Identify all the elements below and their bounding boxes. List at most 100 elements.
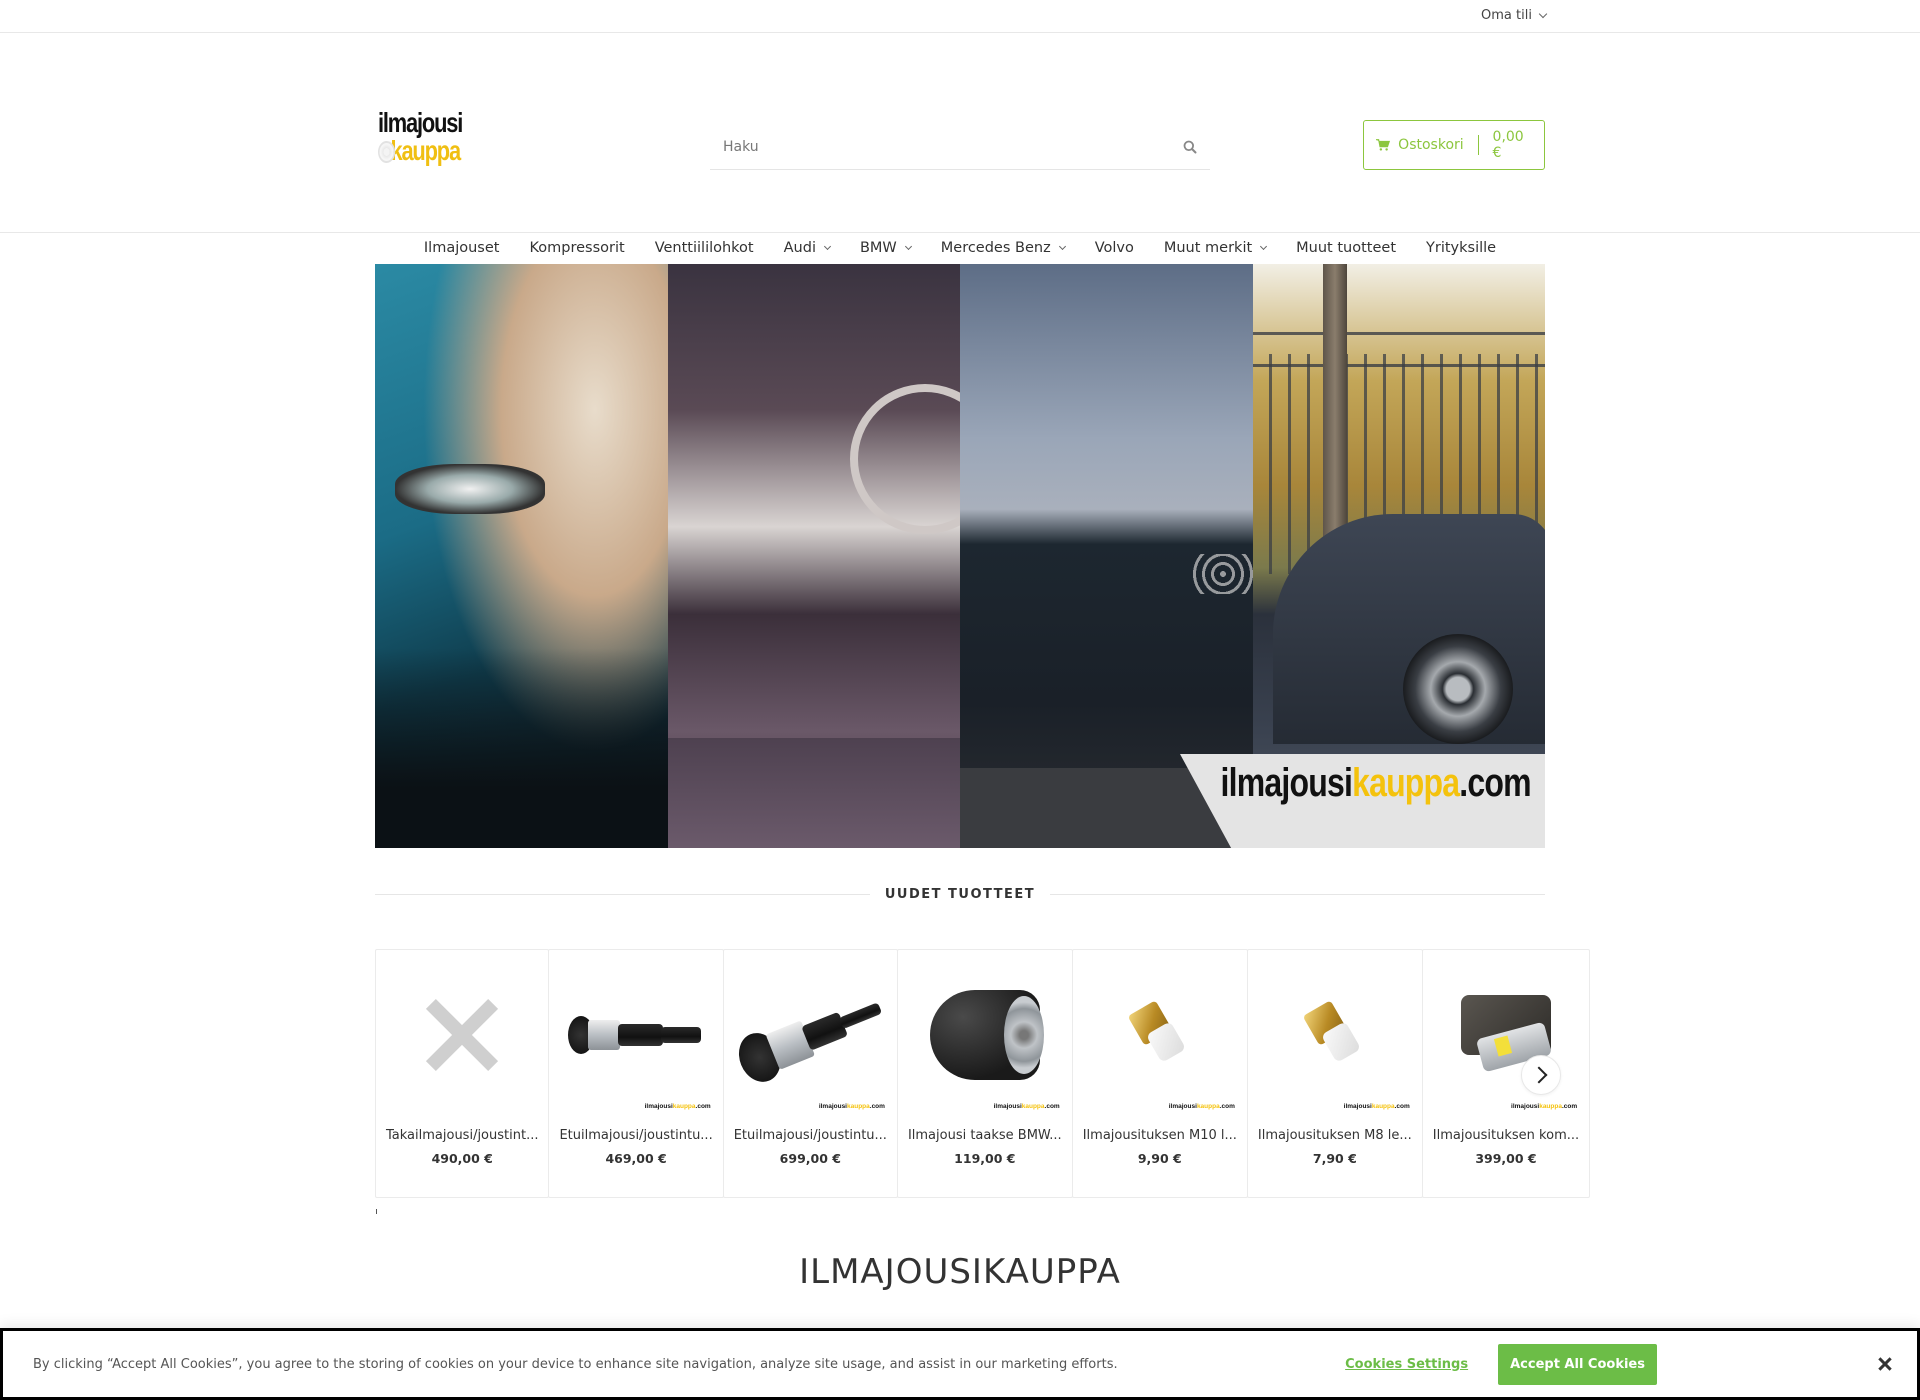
product-image[interactable]: ilmajousikauppa.com: [1248, 950, 1422, 1120]
product-card[interactable]: ilmajousikauppa.com Ilmajousi taakse BMW.…: [896, 949, 1073, 1198]
product-card[interactable]: ilmajousikauppa.com Ilmajousituksen M10 l…: [1071, 949, 1248, 1198]
product-card[interactable]: Takailmajousi/joustint... 490,00 €: [375, 949, 550, 1198]
car-front-shadow: [375, 648, 668, 848]
product-price: 7,90 €: [1312, 1151, 1357, 1166]
main-nav: Ilmajouset Kompressorit Venttiililohkot Aud…: [0, 233, 1920, 263]
product-watermark: ilmajousikauppa.com: [1344, 1103, 1410, 1110]
cart-divider: [1477, 135, 1479, 155]
nav-item-ilmajouset[interactable]: Ilmajouset: [409, 233, 515, 263]
watermark-black: ilmajousi: [1511, 1103, 1540, 1110]
banner-brand-suffix: .com: [1459, 761, 1532, 805]
watermark-yellow: kauppa: [1196, 1103, 1220, 1110]
audi-rings-image: [1192, 554, 1253, 594]
watermark-yellow: kauppa: [1021, 1103, 1045, 1110]
product-image[interactable]: [376, 950, 548, 1120]
cart-total: 0,00 €: [1492, 129, 1524, 161]
product-price: 469,00 €: [605, 1151, 667, 1166]
product-card[interactable]: ilmajousikauppa.com Ilmajousituksen M8 le…: [1246, 949, 1423, 1198]
nav-item-yrityksille[interactable]: Yrityksille: [1411, 233, 1511, 263]
product-card[interactable]: ilmajousikauppa.com Ilmajousituksen kom..…: [1421, 949, 1591, 1198]
air-bellows-image: [929, 990, 1044, 1080]
air-strut-image: [566, 1010, 706, 1060]
nav-item-audi[interactable]: Audi: [769, 233, 845, 263]
product-watermark: ilmajousikauppa.com: [994, 1103, 1060, 1110]
brass-fitting-image: [1302, 1000, 1365, 1070]
product-name[interactable]: Takailmajousi/joustint...: [376, 1128, 548, 1143]
watermark-black: ilmajousi: [818, 1103, 847, 1110]
headlight-image: [395, 464, 545, 514]
nav-item-volvo[interactable]: Volvo: [1080, 233, 1149, 263]
product-name[interactable]: Ilmajousituksen M10 l...: [1073, 1128, 1247, 1143]
mercedes-emblem-image: [850, 384, 960, 534]
nav-item-label: Volvo: [1094, 240, 1134, 256]
product-image[interactable]: ilmajousikauppa.com: [724, 950, 897, 1120]
nav-item-label: Audi: [783, 240, 816, 256]
watermark-yellow: kauppa: [1539, 1103, 1562, 1110]
nav-item-kompressorit[interactable]: Kompressorit: [514, 233, 639, 263]
nav-item-label: BMW: [859, 240, 897, 256]
fence-rail: [1252, 364, 1545, 367]
nav-item-bmw[interactable]: BMW: [845, 233, 926, 263]
accept-all-cookies-button[interactable]: Accept All Cookies: [1498, 1343, 1657, 1385]
product-watermark: ilmajousikauppa.com: [1169, 1103, 1235, 1110]
product-price: 119,00 €: [954, 1151, 1016, 1166]
main-heading: ILMAJOUSIKAUPPA: [799, 1252, 1121, 1292]
wheel-icon: [378, 141, 396, 163]
cart-icon: [1376, 139, 1391, 151]
product-name[interactable]: Ilmajousi taakse BMW...: [898, 1128, 1072, 1143]
no-image-placeholder-icon: [427, 1000, 497, 1070]
watermark-suffix: .com: [1219, 1103, 1235, 1110]
wheel-image: [1402, 634, 1513, 744]
hero-banner[interactable]: ilmajousikauppa.com: [375, 264, 1545, 848]
banner-brand-wrapper: ilmajousikauppa.com: [1180, 754, 1545, 848]
close-icon[interactable]: [1873, 1352, 1897, 1376]
search-input[interactable]: [710, 139, 1170, 155]
watermark-yellow: kauppa: [1371, 1103, 1395, 1110]
cart-button[interactable]: Ostoskori 0,00 €: [1363, 120, 1545, 170]
product-image[interactable]: ilmajousikauppa.com: [1073, 950, 1247, 1120]
search-icon: [1183, 140, 1197, 154]
product-name[interactable]: Ilmajousituksen kom...: [1423, 1128, 1589, 1143]
product-carousel: Takailmajousi/joustint... 490,00 € ilmajou…: [375, 949, 1591, 1198]
banner-panel-bmw: [375, 264, 668, 848]
banner-panel-mercedes: [667, 264, 960, 848]
nav-item-label: Venttiililohkot: [654, 240, 754, 256]
watermark-black: ilmajousi: [1168, 1103, 1197, 1110]
product-image[interactable]: ilmajousikauppa.com: [549, 950, 722, 1120]
site-logo[interactable]: ilmajousi kauppa: [378, 109, 488, 169]
search-button[interactable]: [1170, 127, 1210, 167]
product-image[interactable]: ilmajousikauppa.com: [1423, 950, 1589, 1120]
brass-fitting-image: [1127, 1000, 1190, 1070]
carousel-next-button[interactable]: [1521, 1055, 1561, 1095]
chevron-down-icon: [1538, 9, 1548, 18]
cookies-settings-link[interactable]: Cookies Settings: [1345, 1357, 1468, 1372]
product-card[interactable]: ilmajousikauppa.com Etuilmajousi/joustint…: [548, 949, 724, 1198]
logo-text-kauppa: kauppa: [378, 137, 464, 165]
product-name[interactable]: Etuilmajousi/joustintu...: [724, 1128, 897, 1143]
banner-brand-text: ilmajousikauppa.com: [1221, 761, 1532, 806]
product-name[interactable]: Etuilmajousi/joustintu...: [549, 1128, 722, 1143]
nav-item-venttiililohkot[interactable]: Venttiililohkot: [640, 233, 769, 263]
product-name[interactable]: Ilmajousituksen M8 le...: [1248, 1128, 1422, 1143]
nav-item-label: Muut tuotteet: [1296, 240, 1397, 256]
chevron-right-icon: [1530, 1066, 1547, 1084]
chevron-down-icon: [1260, 242, 1268, 250]
nav-item-muut-merkit[interactable]: Muut merkit: [1149, 233, 1281, 263]
banner-brand-yellow: kauppa: [1352, 761, 1460, 805]
watermark-suffix: .com: [1561, 1103, 1578, 1110]
product-card[interactable]: ilmajousikauppa.com Etuilmajousi/joustint…: [722, 949, 898, 1198]
watermark-black: ilmajousi: [993, 1103, 1022, 1110]
chevron-down-icon: [823, 242, 832, 250]
nav-item-muut-tuotteet[interactable]: Muut tuotteet: [1281, 233, 1411, 263]
logo-text-ilmajousi: ilmajousi: [378, 107, 463, 138]
new-products-title: UUDET TUOTTEET: [884, 887, 1036, 902]
top-bar: Oma tili: [0, 0, 1920, 33]
search-bar: [710, 125, 1210, 170]
account-menu[interactable]: Oma tili: [1481, 8, 1548, 23]
watermark-suffix: .com: [695, 1103, 711, 1110]
watermark-yellow: kauppa: [847, 1103, 870, 1110]
nav-item-label: Ilmajouset: [423, 240, 500, 256]
divider-line: [1050, 894, 1546, 895]
nav-item-mercedes-benz[interactable]: Mercedes Benz: [926, 233, 1080, 263]
product-image[interactable]: ilmajousikauppa.com: [898, 950, 1072, 1120]
